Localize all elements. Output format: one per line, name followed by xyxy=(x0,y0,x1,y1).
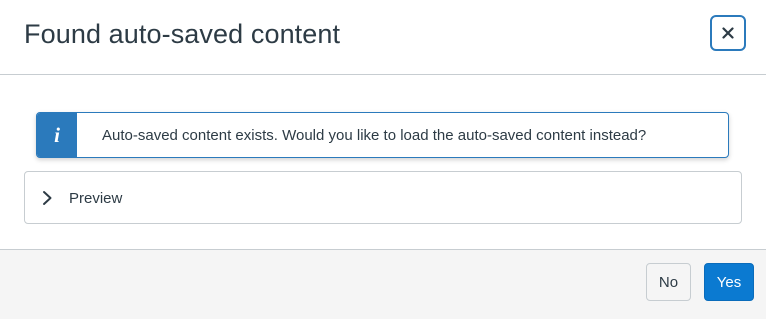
alert-message: Auto-saved content exists. Would you lik… xyxy=(102,127,647,144)
modal-footer: No Yes xyxy=(0,249,766,319)
yes-button[interactable]: Yes xyxy=(704,263,754,301)
no-button[interactable]: No xyxy=(646,263,691,301)
close-button[interactable] xyxy=(710,15,746,51)
preview-label: Preview xyxy=(69,190,123,207)
close-icon xyxy=(722,27,734,39)
info-alert: i Auto-saved content exists. Would you l… xyxy=(36,112,729,158)
modal-header: Found auto-saved content xyxy=(0,0,766,75)
preview-toggle[interactable]: Preview xyxy=(24,171,742,224)
alert-icon-box: i xyxy=(37,113,77,157)
modal-title: Found auto-saved content xyxy=(24,19,341,49)
chevron-right-icon xyxy=(43,191,52,205)
auto-save-modal: Found auto-saved content i Auto-saved co… xyxy=(0,0,766,319)
info-icon: i xyxy=(54,122,60,147)
